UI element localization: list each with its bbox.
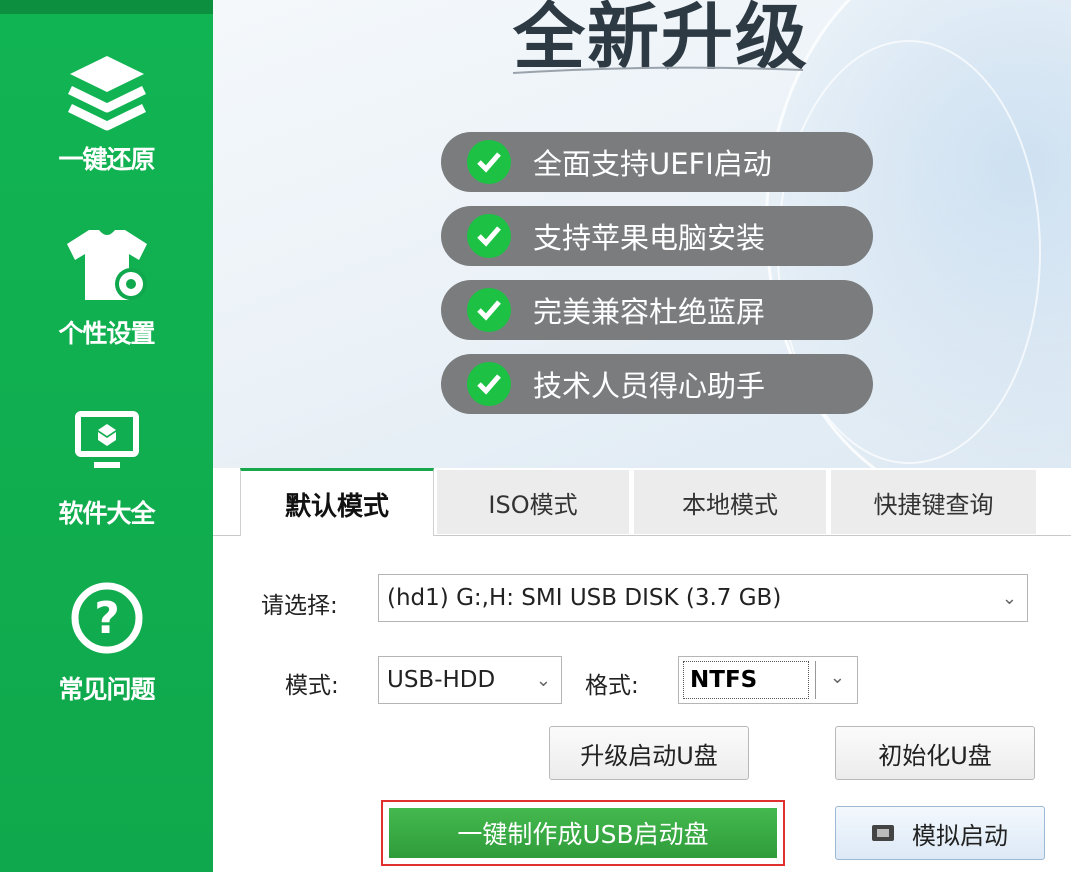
mode-label: 模式: bbox=[285, 673, 339, 699]
monitor-small-icon bbox=[872, 825, 894, 841]
tab-shortcut-lookup[interactable]: 快捷键查询 bbox=[831, 470, 1036, 534]
chevron-down-icon: ⌄ bbox=[1001, 587, 1017, 609]
mode-select[interactable]: USB-HDD ⌄ bbox=[378, 656, 562, 704]
make-bootable-usb-button-highlight[interactable]: 一键制作成USB启动盘 bbox=[381, 800, 785, 866]
tab-iso-mode[interactable]: ISO模式 bbox=[437, 470, 629, 534]
sidebar-top-strip bbox=[0, 0, 213, 14]
sidebar-item-restore[interactable]: 一键还原 bbox=[0, 50, 213, 176]
sidebar: 一键还原 个性设置 软件大全 ? 常见问题 bbox=[0, 0, 213, 872]
mode-value: USB-HDD bbox=[387, 667, 496, 693]
format-value: NTFS bbox=[683, 661, 809, 699]
feature-text: 技术人员得心助手 bbox=[533, 369, 766, 403]
simulate-boot-label: 模拟启动 bbox=[912, 821, 1008, 850]
sidebar-item-faq[interactable]: ? 常见问题 bbox=[0, 580, 213, 706]
feature-text: 完美兼容杜绝蓝屏 bbox=[533, 295, 766, 329]
check-icon bbox=[467, 140, 511, 184]
check-icon bbox=[467, 362, 511, 406]
format-divider bbox=[815, 661, 816, 699]
sidebar-item-software[interactable]: 软件大全 bbox=[0, 408, 213, 530]
make-bootable-usb-button[interactable]: 一键制作成USB启动盘 bbox=[389, 808, 777, 858]
tab-local-mode[interactable]: 本地模式 bbox=[634, 470, 826, 534]
feature-pill: 支持苹果电脑安装 bbox=[441, 206, 873, 266]
sidebar-item-label: 个性设置 bbox=[58, 319, 155, 348]
check-icon bbox=[467, 288, 511, 332]
sidebar-item-label: 一键还原 bbox=[58, 145, 155, 174]
format-label: 格式: bbox=[585, 673, 639, 699]
device-value: (hd1) G:,H: SMI USB DISK (3.7 GB) bbox=[387, 585, 782, 611]
layers-icon bbox=[67, 56, 146, 131]
sidebar-item-label: 软件大全 bbox=[58, 499, 155, 528]
promo-banner: 全新升级 全面支持UEFI启动 支持苹果电脑安装 完美兼容杜绝蓝屏 技术人员得心… bbox=[213, 0, 1071, 468]
sidebar-item-personalize[interactable]: 个性设置 bbox=[0, 226, 213, 350]
question-circle-icon: ? bbox=[71, 582, 142, 654]
tshirt-gear-icon bbox=[66, 230, 147, 300]
upgrade-usb-button[interactable]: 升级启动U盘 bbox=[549, 726, 749, 780]
device-select[interactable]: (hd1) G:,H: SMI USB DISK (3.7 GB) ⌄ bbox=[378, 574, 1028, 622]
tab-default-mode[interactable]: 默认模式 bbox=[240, 468, 434, 537]
feature-pill: 全面支持UEFI启动 bbox=[441, 132, 873, 192]
check-icon bbox=[467, 214, 511, 258]
mode-tabs: 默认模式 ISO模式 本地模式 快捷键查询 bbox=[213, 468, 1071, 537]
format-select[interactable]: NTFS ⌄ bbox=[678, 656, 858, 704]
feature-text: 支持苹果电脑安装 bbox=[533, 221, 766, 255]
sidebar-item-label: 常见问题 bbox=[58, 675, 155, 704]
chevron-down-icon: ⌄ bbox=[535, 669, 551, 691]
headline-underline bbox=[513, 66, 803, 74]
feature-pill: 技术人员得心助手 bbox=[441, 354, 873, 414]
init-usb-button[interactable]: 初始化U盘 bbox=[835, 726, 1035, 780]
form-panel: 请选择: (hd1) G:,H: SMI USB DISK (3.7 GB) ⌄… bbox=[213, 536, 1071, 872]
monitor-icon bbox=[74, 411, 139, 468]
chevron-down-icon: ⌄ bbox=[829, 667, 845, 688]
device-label: 请选择: bbox=[261, 593, 338, 619]
feature-text: 全面支持UEFI启动 bbox=[533, 147, 772, 181]
feature-pill: 完美兼容杜绝蓝屏 bbox=[441, 280, 873, 340]
svg-text:?: ? bbox=[94, 593, 120, 644]
simulate-boot-button[interactable]: 模拟启动 bbox=[835, 806, 1045, 860]
